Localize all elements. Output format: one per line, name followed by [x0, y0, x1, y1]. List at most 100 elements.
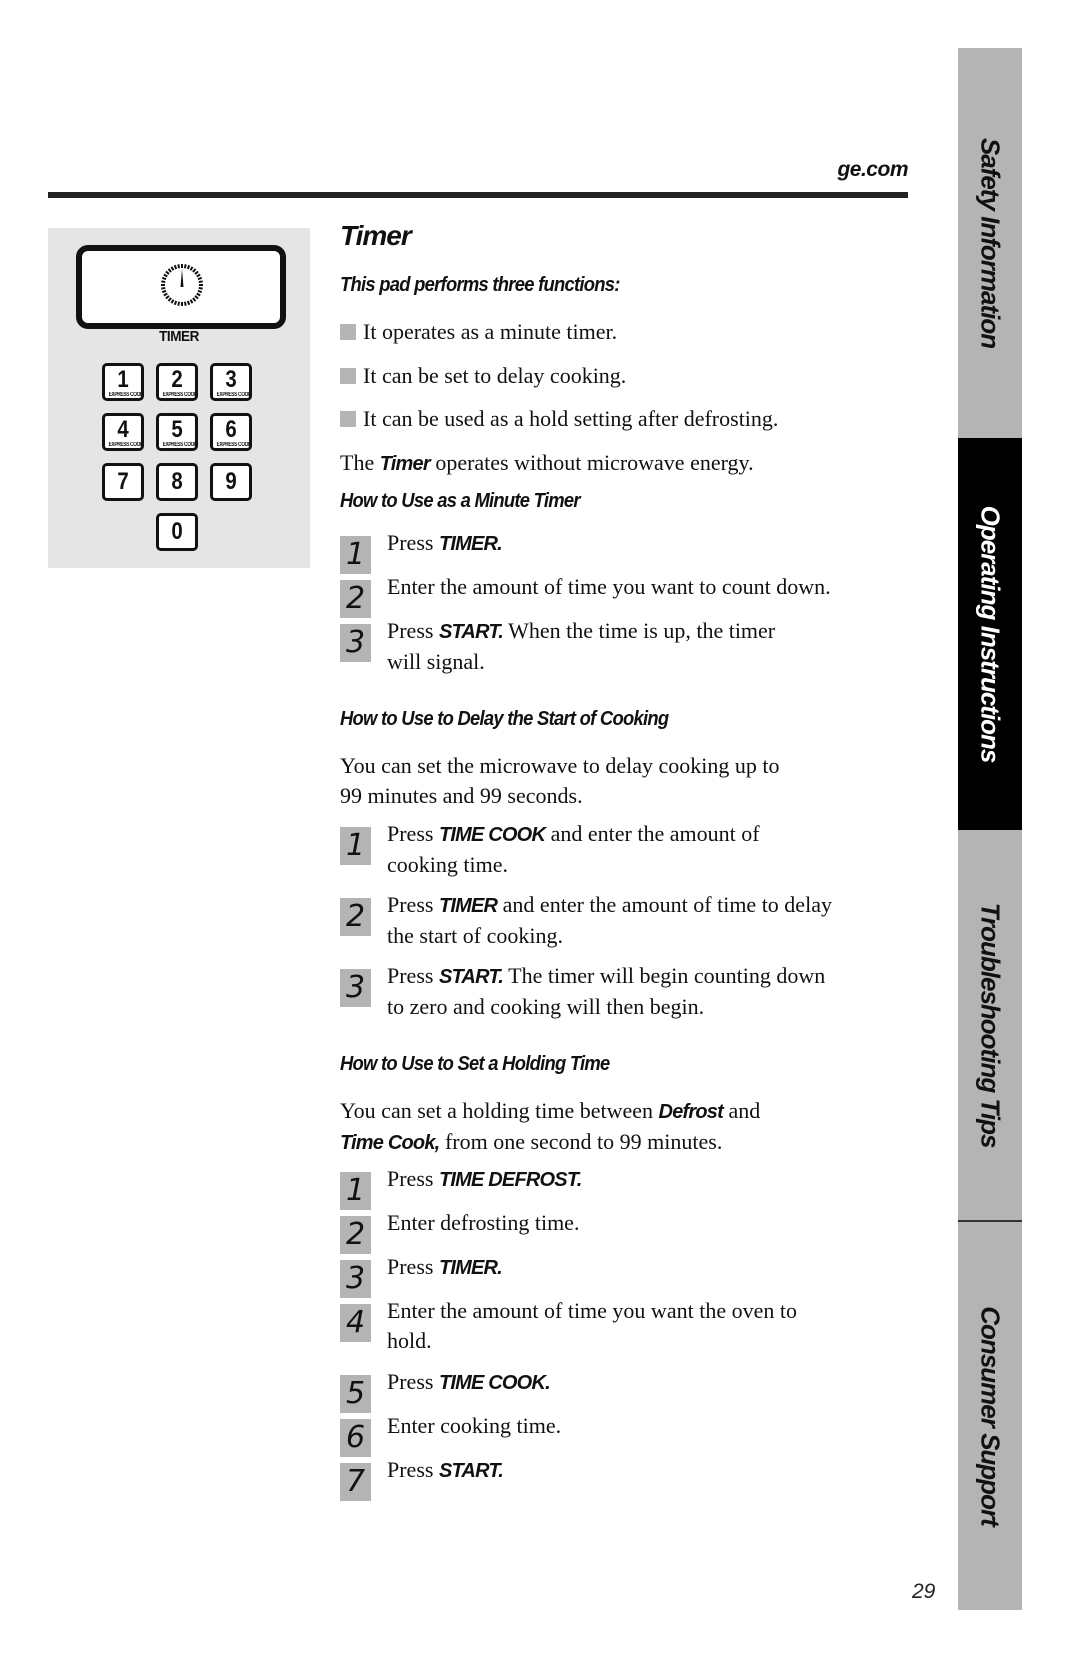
- text-run: When the time is up, the timer: [503, 618, 776, 643]
- text-run: Press: [387, 530, 439, 555]
- clock-tick: [161, 286, 166, 290]
- step-line: Press TIME COOK.: [387, 1367, 551, 1398]
- text-run: The timer will begin counting down: [503, 963, 826, 988]
- key-sublabel: EXPRESS COOK: [216, 392, 252, 398]
- keyword: START.: [438, 621, 504, 643]
- clock-tick: [161, 289, 167, 294]
- step-number-badge: 3: [340, 624, 371, 662]
- text-run: cooking time.: [387, 852, 508, 877]
- text-run: You can set a holding time between: [340, 1098, 659, 1123]
- clock-tick: [196, 292, 201, 297]
- keypad-key-3: 3 EXPRESS COOK: [210, 363, 252, 401]
- key-number: 7: [117, 468, 129, 495]
- clock-tick: [186, 264, 191, 270]
- key-number: 8: [171, 468, 183, 495]
- text-run: Press: [387, 1254, 439, 1279]
- keypad-key-7: 7: [102, 463, 144, 501]
- clock-tick: [198, 280, 203, 284]
- section-heading: How to Use as a Minute Timer: [340, 490, 581, 512]
- key-number: 5: [171, 416, 183, 443]
- site-url[interactable]: ge.com: [837, 158, 908, 182]
- key-number: 6: [225, 416, 237, 443]
- step-text: Press TIME COOK.: [387, 1367, 551, 1398]
- function-bullet: It can be set to delay cooking.: [340, 361, 626, 391]
- bullet-square-icon: [340, 324, 356, 340]
- intro-line: You can set a holding time between Defro…: [340, 1096, 760, 1127]
- key-number: 0: [171, 518, 183, 545]
- section-heading: How to Use to Delay the Start of Cooking: [340, 708, 669, 730]
- clock-tick: [186, 300, 191, 306]
- intro-line: 99 minutes and 99 seconds.: [340, 783, 583, 808]
- step-text: Press START. The timer will begin counti…: [387, 961, 825, 1022]
- side-tab-operating-instructions[interactable]: Operating Instructions: [958, 438, 1022, 830]
- step-line: Press START. When the time is up, the ti…: [387, 616, 775, 647]
- intro-line: Time Cook, from one second to 99 minutes…: [340, 1127, 760, 1158]
- text-run: the start of cooking.: [387, 923, 563, 948]
- step-line: Press TIMER.: [387, 1252, 503, 1283]
- section-intro: You can set a holding time between Defro…: [340, 1096, 760, 1158]
- text-run: to zero and cooking will then begin.: [387, 994, 705, 1019]
- step-line: Press START.: [387, 1455, 504, 1486]
- key-number: 4: [117, 416, 129, 443]
- step-number-badge: 1: [340, 1172, 371, 1210]
- keyword: Defrost: [658, 1101, 724, 1123]
- keyword: TIMER: [438, 895, 498, 917]
- step-text: Enter the amount of time you want to cou…: [387, 572, 831, 602]
- text-run: and: [722, 1098, 761, 1123]
- clock-tick: [192, 268, 197, 273]
- key-sublabel: EXPRESS COOK: [108, 392, 144, 398]
- clock-tick: [167, 268, 172, 273]
- key-number: 9: [225, 468, 237, 495]
- clock-tick: [183, 264, 187, 269]
- step-text: Press TIMER.: [387, 528, 503, 559]
- step-number-badge: 3: [340, 969, 371, 1007]
- step-line: Enter the amount of time you want the ov…: [387, 1296, 797, 1326]
- text-run: Press: [387, 1369, 439, 1394]
- step-number-badge: 1: [340, 827, 371, 865]
- keypad-key-8: 8: [156, 463, 198, 501]
- step-line: will signal.: [387, 647, 775, 677]
- keyword: START.: [438, 966, 504, 988]
- clock-tick: [194, 295, 199, 300]
- text-run: Press: [387, 892, 439, 917]
- clock-tick: [196, 273, 201, 278]
- keypad-key-1: 1 EXPRESS COOK: [102, 363, 144, 401]
- step-line: Enter the amount of time you want to cou…: [387, 572, 831, 602]
- step-number-badge: 7: [340, 1463, 371, 1501]
- clock-tick: [170, 299, 175, 304]
- keypad-key-6: 6 EXPRESS COOK: [210, 413, 252, 451]
- keyword: START.: [438, 1460, 504, 1482]
- text-run: Enter defrosting time.: [387, 1210, 580, 1235]
- step-number-badge: 6: [340, 1419, 371, 1457]
- side-tab-troubleshooting-tips[interactable]: Troubleshooting Tips: [958, 830, 1022, 1220]
- step-text: Press TIMER and enter the amount of time…: [387, 890, 832, 951]
- section-heading: How to Use to Set a Holding Time: [340, 1053, 610, 1075]
- clock-tick: [167, 297, 172, 302]
- key-number: 3: [225, 366, 237, 393]
- step-text: Press TIME DEFROST.: [387, 1164, 582, 1195]
- text-run: from one second to 99 minutes.: [439, 1129, 723, 1154]
- step-line: hold.: [387, 1326, 797, 1356]
- clock-tick: [194, 270, 199, 275]
- step-text: Enter the amount of time you want the ov…: [387, 1296, 797, 1356]
- section-intro: You can set the microwave to delay cooki…: [340, 751, 780, 811]
- key-sublabel: EXPRESS COOK: [162, 442, 198, 448]
- keyword: TIMER.: [438, 533, 503, 555]
- timer-pad: [76, 245, 286, 329]
- intro-line: You can set the microwave to delay cooki…: [340, 753, 780, 778]
- keypad-key-2: 2 EXPRESS COOK: [156, 363, 198, 401]
- clock-tick: [189, 299, 194, 304]
- side-tab-safety-information[interactable]: Safety Information: [958, 48, 1022, 438]
- clock-tick: [177, 301, 181, 306]
- step-line: Press TIMER and enter the amount of time…: [387, 890, 832, 921]
- step-number-badge: 2: [340, 1216, 371, 1254]
- bullet-square-icon: [340, 411, 356, 427]
- clock-tick: [163, 273, 168, 278]
- keypad-key-5: 5 EXPRESS COOK: [156, 413, 198, 451]
- step-text: Press START.: [387, 1455, 504, 1486]
- clock-tick: [192, 297, 197, 302]
- side-tab-consumer-support[interactable]: Consumer Support: [958, 1222, 1022, 1610]
- clock-tick: [163, 292, 168, 297]
- step-line: Press TIMER.: [387, 528, 503, 559]
- text-run: hold.: [387, 1328, 432, 1353]
